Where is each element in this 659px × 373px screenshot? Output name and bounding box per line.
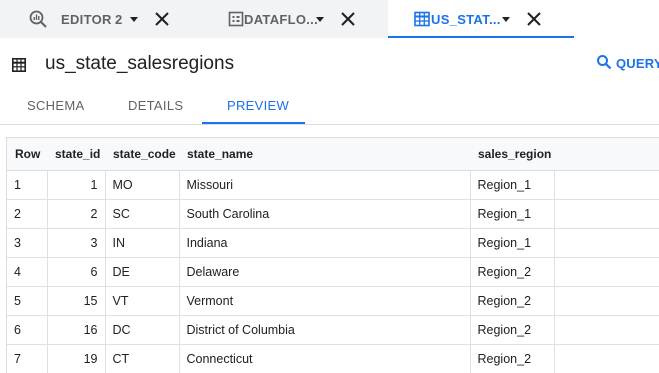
table-row: 5 15 VT Vermont Region_2 <box>7 287 659 316</box>
sales-region-cell: Region_2 <box>470 258 554 287</box>
state-id-cell: 2 <box>47 200 105 229</box>
table-row: 4 6 DE Delaware Region_2 <box>7 258 659 287</box>
column-header-row: Row <box>7 138 47 171</box>
row-number-cell: 4 <box>7 258 47 287</box>
state-id-cell: 15 <box>47 287 105 316</box>
filler-cell <box>554 287 659 316</box>
tab-schema-label: SCHEMA <box>27 98 84 113</box>
state-name-cell: South Carolina <box>179 200 470 229</box>
row-number-cell: 7 <box>7 345 47 373</box>
table-row: 6 16 DC District of Columbia Region_2 <box>7 316 659 345</box>
tab-dataflow-label: DATAFLO... <box>244 12 318 27</box>
tab-details[interactable]: DETAILS <box>105 86 202 124</box>
state-id-cell: 6 <box>47 258 105 287</box>
chevron-down-icon[interactable] <box>315 14 325 24</box>
state-code-cell: MO <box>105 171 179 200</box>
sales-region-cell: Region_2 <box>470 345 554 373</box>
table-header-row: Row state_id state_code state_name sales… <box>7 138 659 171</box>
detail-tabs: SCHEMA DETAILS PREVIEW <box>0 86 659 124</box>
filler-cell <box>554 200 659 229</box>
tab-editor-label: EDITOR <box>61 12 112 27</box>
filler-cell <box>554 229 659 258</box>
filler-cell <box>554 171 659 200</box>
state-id-cell: 19 <box>47 345 105 373</box>
close-icon[interactable] <box>154 11 170 27</box>
row-number-cell: 5 <box>7 287 47 316</box>
close-icon[interactable] <box>526 11 542 27</box>
state-name-cell: Indiana <box>179 229 470 258</box>
table-row: 3 3 IN Indiana Region_1 <box>7 229 659 258</box>
state-name-cell: District of Columbia <box>179 316 470 345</box>
tab-preview-label: PREVIEW <box>227 98 289 113</box>
search-icon <box>596 54 612 70</box>
close-icon[interactable] <box>340 11 356 27</box>
filler-cell <box>554 258 659 287</box>
tab-editor[interactable]: EDITOR 2 <box>0 0 195 38</box>
column-header-sales-region: sales_region <box>470 138 554 171</box>
state-id-cell: 3 <box>47 229 105 258</box>
row-number-cell: 3 <box>7 229 47 258</box>
sales-region-cell: Region_2 <box>470 287 554 316</box>
tab-schema[interactable]: SCHEMA <box>0 86 105 124</box>
table-row: 2 2 SC South Carolina Region_1 <box>7 200 659 229</box>
tab-us-state-label: US_STAT... <box>431 12 501 27</box>
tab-us-state-salesregions[interactable]: US_STAT... <box>388 0 574 38</box>
sales-region-cell: Region_2 <box>470 316 554 345</box>
state-name-cell: Connecticut <box>179 345 470 373</box>
table-icon <box>12 58 26 72</box>
row-number-cell: 2 <box>7 200 47 229</box>
state-name-cell: Delaware <box>179 258 470 287</box>
sales-region-cell: Region_1 <box>470 229 554 258</box>
column-header-state-name: state_name <box>179 138 470 171</box>
dataflow-grid-icon <box>228 11 244 27</box>
row-number-cell: 6 <box>7 316 47 345</box>
page-title: us_state_salesregions <box>45 53 234 75</box>
table-row: 1 1 MO Missouri Region_1 <box>7 171 659 200</box>
tab-preview[interactable]: PREVIEW <box>202 86 305 124</box>
state-code-cell: VT <box>105 287 179 316</box>
preview-table: Row state_id state_code state_name sales… <box>6 137 659 373</box>
query-button[interactable]: QUERY <box>596 53 659 73</box>
row-number-cell: 1 <box>7 171 47 200</box>
editor-tab-bar: EDITOR 2 DATAFLO... <box>0 0 659 38</box>
chevron-down-icon[interactable] <box>129 14 139 24</box>
results-table: Row state_id state_code state_name sales… <box>7 138 659 373</box>
state-name-cell: Vermont <box>179 287 470 316</box>
tab-dataflow[interactable]: DATAFLO... <box>195 0 388 38</box>
sales-region-cell: Region_1 <box>470 171 554 200</box>
state-code-cell: CT <box>105 345 179 373</box>
table-icon <box>414 11 430 27</box>
tab-details-label: DETAILS <box>128 98 183 113</box>
state-code-cell: DE <box>105 258 179 287</box>
column-header-filler <box>554 138 659 171</box>
state-id-cell: 1 <box>47 171 105 200</box>
filler-cell <box>554 316 659 345</box>
sales-region-cell: Region_1 <box>470 200 554 229</box>
filler-cell <box>554 345 659 373</box>
state-id-cell: 16 <box>47 316 105 345</box>
table-row: 7 19 CT Connecticut Region_2 <box>7 345 659 373</box>
state-code-cell: SC <box>105 200 179 229</box>
query-search-icon <box>28 9 48 29</box>
column-header-state-id: state_id <box>47 138 105 171</box>
tab-editor-count: 2 <box>115 12 122 27</box>
divider <box>0 124 659 125</box>
state-name-cell: Missouri <box>179 171 470 200</box>
query-button-label: QUERY <box>616 56 659 71</box>
column-header-state-code: state_code <box>105 138 179 171</box>
state-code-cell: IN <box>105 229 179 258</box>
state-code-cell: DC <box>105 316 179 345</box>
chevron-down-icon[interactable] <box>501 14 511 24</box>
